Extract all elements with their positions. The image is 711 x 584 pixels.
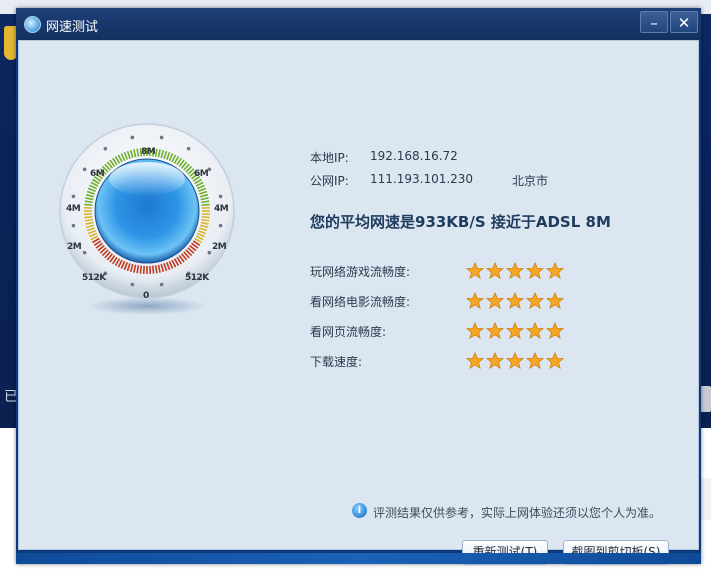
gauge-dot xyxy=(71,194,76,199)
gauge-label-6m-left: 6M xyxy=(90,169,105,179)
gauge-tick xyxy=(139,265,143,274)
gauge-dot xyxy=(82,167,87,172)
star-icon xyxy=(506,291,524,309)
gauge-ball-shine xyxy=(109,162,185,196)
star-icon xyxy=(526,321,544,339)
star-icon xyxy=(486,321,504,339)
gauge-dot xyxy=(130,282,135,287)
gauge-label-2m-right: 2M xyxy=(212,242,227,252)
content-panel: 8M 6M 6M 4M 4M 2M 2M 512K 512K 0 本地IP: 1… xyxy=(18,40,699,565)
gauge-label-512k-left: 512K xyxy=(82,273,106,283)
rating-label-movies: 看网络电影流畅度: xyxy=(310,295,411,309)
star-icon xyxy=(506,321,524,339)
gauge-label-4m-right: 4M xyxy=(214,204,229,214)
gauge-graphic xyxy=(59,123,235,315)
rating-label-webpages: 看网页流畅度: xyxy=(310,325,387,339)
gauge-label-8m: 8M xyxy=(141,147,156,157)
local-ip-value: 192.168.16.72 xyxy=(370,149,458,163)
gauge-dot xyxy=(218,223,223,228)
gauge-label-2m-left: 2M xyxy=(67,242,82,252)
gauge-dot xyxy=(82,250,87,255)
desktop-edge-tab xyxy=(700,478,711,520)
rating-label-download: 下载速度: xyxy=(310,355,363,369)
gauge-tick xyxy=(84,203,93,207)
gauge-label-6m-right: 6M xyxy=(194,169,209,179)
window-title: 网速测试 xyxy=(46,20,99,35)
minimize-button[interactable]: – xyxy=(640,11,668,33)
close-button[interactable]: ✕ xyxy=(670,11,698,33)
gauge-tick xyxy=(201,203,210,207)
gauge-dot xyxy=(159,135,164,140)
desktop-edge-icon xyxy=(700,386,711,412)
rating-stars-download xyxy=(466,350,566,370)
gauge-tick xyxy=(151,265,155,274)
star-icon xyxy=(546,261,564,279)
star-icon xyxy=(466,291,484,309)
star-icon xyxy=(526,351,544,369)
app-icon xyxy=(24,16,41,33)
gauge-label-512k-right: 512K xyxy=(185,273,209,283)
star-icon xyxy=(506,351,524,369)
gauge-label-4m-left: 4M xyxy=(66,204,81,214)
star-icon xyxy=(486,351,504,369)
speed-test-window: 网速测试 – ✕ 8M 6M 6M 4M 4M 2M 2M 512K 512K … xyxy=(16,8,701,565)
gauge-dot xyxy=(218,194,223,199)
gauge-dot xyxy=(71,223,76,228)
speed-gauge: 8M 6M 6M 4M 4M 2M 2M 512K 512K 0 xyxy=(57,111,237,321)
speed-headline: 您的平均网速是933KB/S 接近于ADSL 8M xyxy=(310,213,611,231)
star-icon xyxy=(546,321,564,339)
star-icon xyxy=(486,261,504,279)
title-bar[interactable]: 网速测试 – ✕ xyxy=(16,8,701,40)
gauge-dot xyxy=(130,135,135,140)
disclaimer-text: 评测结果仅供参考，实际上网体验还须以您个人为准。 xyxy=(373,506,662,520)
star-icon xyxy=(466,321,484,339)
info-icon: i xyxy=(352,503,367,518)
window-bottom-bar xyxy=(16,553,701,564)
gauge-dot xyxy=(186,146,191,151)
star-icon xyxy=(506,261,524,279)
star-icon xyxy=(466,351,484,369)
rating-stars-movies xyxy=(466,290,566,310)
rating-stars-webpages xyxy=(466,320,566,340)
rating-stars-gaming xyxy=(466,260,566,280)
gauge-label-0: 0 xyxy=(143,291,149,301)
gauge-tick xyxy=(84,215,93,219)
star-icon xyxy=(466,261,484,279)
star-icon xyxy=(546,351,564,369)
star-icon xyxy=(486,291,504,309)
star-icon xyxy=(526,261,544,279)
public-ip-label: 公网IP: xyxy=(310,174,349,188)
gauge-dot xyxy=(207,250,212,255)
gauge-dot xyxy=(103,146,108,151)
local-ip-label: 本地IP: xyxy=(310,151,349,165)
rating-label-gaming: 玩网络游戏流畅度: xyxy=(310,265,411,279)
gauge-dot xyxy=(159,282,164,287)
public-ip-value: 111.193.101.230 xyxy=(370,172,474,186)
star-icon xyxy=(526,291,544,309)
location-text: 北京市 xyxy=(512,174,549,188)
gauge-tick xyxy=(201,215,210,219)
star-icon xyxy=(546,291,564,309)
